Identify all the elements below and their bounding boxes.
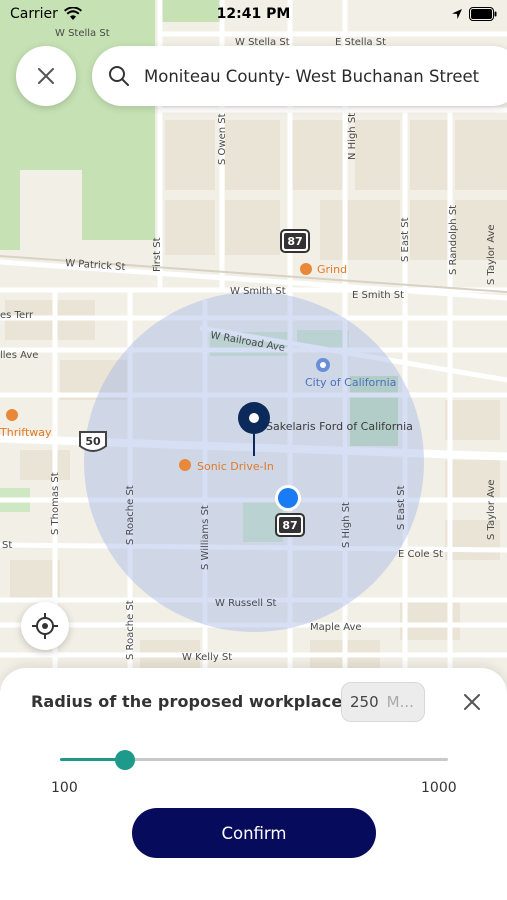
status-bar: Carrier 12:41 PM	[0, 0, 507, 28]
close-button[interactable]	[16, 46, 76, 106]
street-label: E Cole St	[398, 549, 443, 560]
svg-text:50: 50	[85, 435, 101, 448]
street-label: W Russell St	[215, 598, 277, 609]
radius-value: 250	[350, 693, 379, 711]
sheet-close-button[interactable]	[458, 688, 486, 716]
route-87-shield-bottom: 87	[275, 513, 305, 537]
street-label: es Terr	[0, 310, 34, 321]
street-label: S High St	[341, 502, 352, 548]
street-label: W Kelly St	[182, 652, 232, 663]
route-50-shield: 50	[79, 431, 107, 452]
street-label: E Smith St	[352, 290, 404, 301]
search-icon	[109, 66, 129, 86]
street-label: S Owen St	[217, 113, 228, 165]
svg-text:Sonic Drive-In: Sonic Drive-In	[197, 460, 274, 473]
poi-thriftway[interactable]: Thriftway	[0, 409, 52, 439]
street-label: S Thomas St	[50, 472, 61, 535]
street-label: W Smith St	[230, 286, 286, 297]
user-location-dot	[275, 485, 301, 511]
poi-sakelaris[interactable]: Sakelaris Ford of California	[266, 420, 413, 433]
street-label: S Taylor Ave	[486, 479, 497, 540]
street-label: N High St	[347, 113, 358, 160]
poi-grind[interactable]: Grind	[300, 263, 347, 276]
route-87-shield-top: 87	[280, 229, 310, 253]
wifi-icon	[63, 7, 82, 20]
recenter-button[interactable]	[21, 602, 69, 650]
street-label: W Stella St	[55, 28, 110, 39]
radius-slider[interactable]	[60, 748, 448, 772]
radius-sheet: Radius of the proposed workplace 250 M..…	[0, 668, 507, 900]
close-icon	[464, 694, 480, 710]
street-label: W Patrick St	[65, 258, 126, 273]
carrier-label: Carrier	[10, 6, 58, 22]
street-label: S Roache St	[125, 600, 136, 660]
search-input[interactable]: Moniteau County- West Buchanan Street	[144, 67, 479, 86]
street-label: S Williams St	[200, 505, 211, 570]
crosshair-icon	[32, 613, 58, 639]
street-label: S East St	[396, 485, 407, 530]
sakelaris-label: Sakelaris Ford of California	[266, 420, 413, 433]
slider-min-label: 100	[51, 780, 78, 796]
search-bar[interactable]: Moniteau County- West Buchanan Street	[92, 46, 507, 106]
street-label: S Roache St	[125, 485, 136, 545]
slider-thumb[interactable]	[114, 750, 135, 770]
city-hall-label: City of California	[305, 376, 396, 389]
confirm-button[interactable]: Confirm	[132, 808, 376, 858]
street-label: S East St	[400, 217, 411, 262]
location-arrow-icon	[452, 9, 462, 19]
street-label: First St	[152, 237, 163, 272]
street-label: Maple Ave	[310, 622, 362, 633]
close-icon	[38, 68, 54, 84]
slider-max-label: 1000	[421, 780, 457, 796]
battery-icon	[469, 7, 497, 21]
radius-unit: M...	[386, 693, 414, 711]
svg-text:Grind: Grind	[317, 263, 347, 276]
svg-text:87: 87	[287, 235, 302, 248]
svg-text:Thriftway: Thriftway	[0, 426, 52, 439]
svg-text:87: 87	[282, 519, 297, 532]
street-label: S Taylor Ave	[486, 224, 497, 285]
radius-input[interactable]: 250 M...	[341, 682, 425, 722]
street-label: St	[2, 540, 12, 551]
sheet-title: Radius of the proposed workplace	[31, 692, 343, 711]
street-label: lles Ave	[0, 350, 38, 361]
street-label: S Randolph St	[448, 205, 459, 275]
